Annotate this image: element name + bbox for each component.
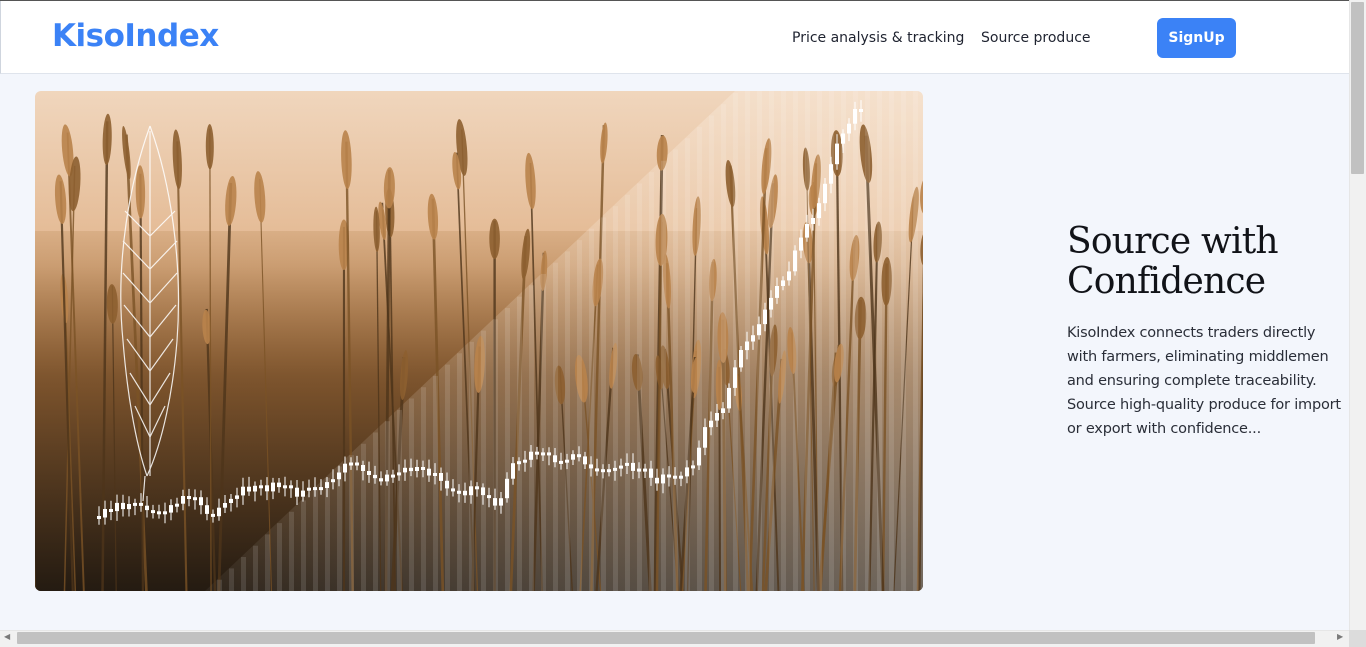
chevron-right-icon[interactable]: ▶ <box>1337 633 1343 641</box>
logo[interactable]: KisoIndex <box>52 18 219 54</box>
scrollbar-corner <box>1349 630 1366 647</box>
hero-description: KisoIndex connects traders directly with… <box>1067 325 1341 437</box>
hero-title: Source with Confidence <box>1067 221 1279 302</box>
horizontal-scrollbar-thumb[interactable] <box>17 632 1315 644</box>
signup-button[interactable]: SignUp <box>1157 18 1236 58</box>
vertical-scrollbar-thumb[interactable] <box>1351 2 1364 174</box>
nav-price-analysis[interactable]: Price analysis & tracking <box>792 30 964 46</box>
nav-source-produce[interactable]: Source produce <box>981 30 1091 46</box>
chevron-left-icon[interactable]: ◀ <box>4 633 10 641</box>
hero-image <box>35 91 923 591</box>
top-navbar: KisoIndex Price analysis & tracking Sour… <box>0 1 1349 74</box>
